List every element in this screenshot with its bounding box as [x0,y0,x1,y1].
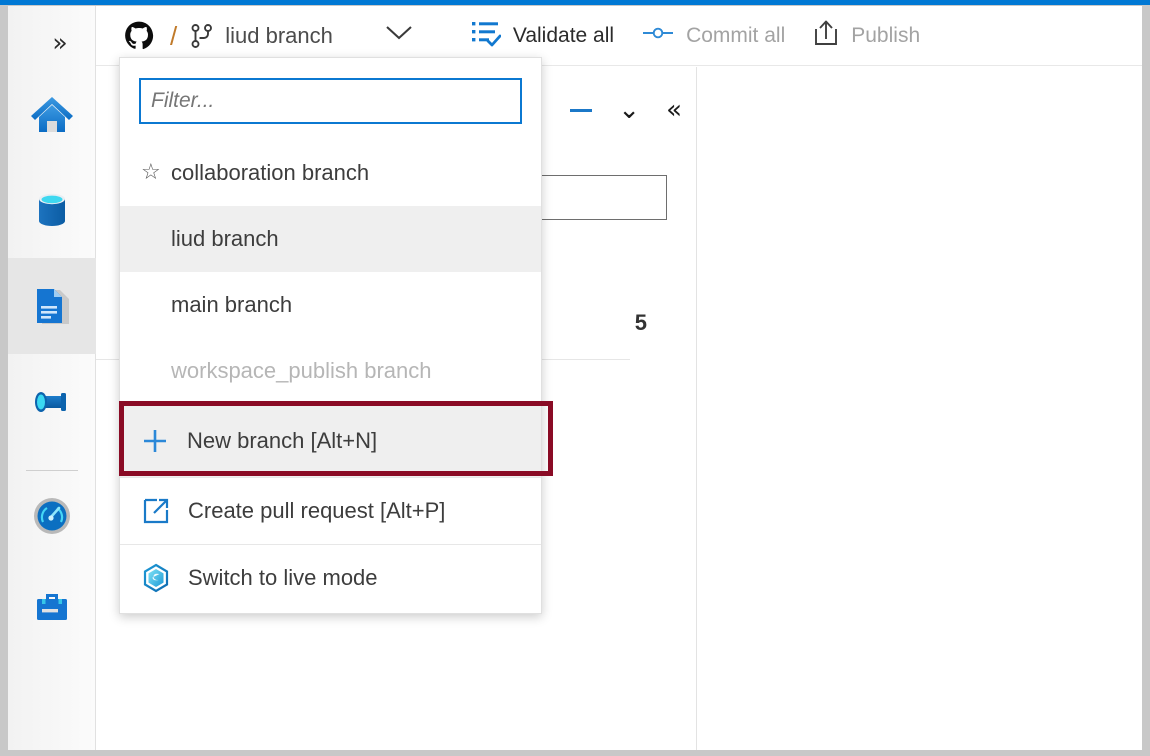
app-window: » / liud branch Validate all Commit all … [0,0,1150,756]
sidebar-item-integrate[interactable] [8,354,96,450]
publish-button[interactable]: Publish [799,14,934,58]
breadcrumb-separator: / [170,20,178,51]
chevron-down-icon [384,24,414,47]
top-accent-bar [0,0,1150,5]
branch-dropdown-toggle[interactable] [379,16,419,56]
canvas-pane [698,67,1142,750]
publish-upload-icon [813,19,839,52]
branch-option-label: main branch [171,292,293,317]
branch-option-collaboration[interactable]: ☆ collaboration branch [120,140,541,206]
branch-option-liud[interactable]: liud branch [120,206,541,272]
monitor-gauge-icon [28,492,76,540]
synapse-hexagon-icon [141,563,171,593]
validate-all-button[interactable]: Validate all [457,14,628,58]
branch-filter-input[interactable] [139,78,522,124]
branch-option-label: liud branch [171,226,279,251]
sidebar-item-author[interactable] [8,258,96,354]
pipeline-icon [28,378,76,426]
sidebar-item-home[interactable] [8,66,96,162]
resource-count: 5 [634,310,647,335]
left-navigation-rail: » [8,6,96,750]
document-pencil-icon [28,282,76,330]
chevron-double-left-icon[interactable]: « [666,97,682,123]
expand-rail-button[interactable]: » [16,12,104,72]
validate-all-icon [471,19,502,52]
rail-item-list [8,66,96,651]
commit-icon [642,23,674,48]
switch-to-live-mode-label: Switch to live mode [188,565,378,590]
switch-to-live-mode-menu-item[interactable]: Switch to live mode [120,545,541,611]
github-icon [124,21,154,51]
pane-toolbar: ⌄ « [570,97,682,123]
chevron-double-right-icon: » [52,27,68,57]
sidebar-item-data[interactable] [8,162,96,258]
create-pull-request-label: Create pull request [Alt+P] [188,498,446,523]
commit-all-button[interactable]: Commit all [628,14,799,58]
home-icon [28,90,76,138]
command-bar-actions: Validate all Commit all Publish [457,14,934,58]
branch-option-label: collaboration branch [171,160,370,185]
current-branch-label: liud branch [225,22,333,48]
new-branch-menu-item[interactable]: New branch [Alt+N] [120,404,541,477]
action-underline-indicator [570,108,593,112]
new-branch-label: New branch [Alt+N] [187,427,378,453]
chevron-double-down-icon[interactable]: ⌄ [618,97,640,123]
branch-dropdown-menu: ☆ collaboration branch liud branch main … [119,57,542,614]
sidebar-item-monitor[interactable] [8,471,96,561]
plus-icon [140,426,170,456]
git-branch-icon [191,23,225,48]
validate-all-label: Validate all [512,23,615,47]
sidebar-item-manage[interactable] [8,561,96,651]
star-icon: ☆ [141,160,161,185]
branch-option-main[interactable]: main branch [120,272,541,338]
branch-option-workspace-publish[interactable]: workspace_publish branch [120,338,541,404]
commit-all-label: Commit all [686,23,786,47]
external-link-icon [141,496,171,526]
toolbox-icon [28,582,76,630]
filter-row [120,58,541,140]
create-pull-request-menu-item[interactable]: Create pull request [Alt+P] [120,478,541,544]
publish-label: Publish [851,23,921,47]
database-icon [28,186,76,234]
branch-option-label: workspace_publish branch [171,358,432,383]
